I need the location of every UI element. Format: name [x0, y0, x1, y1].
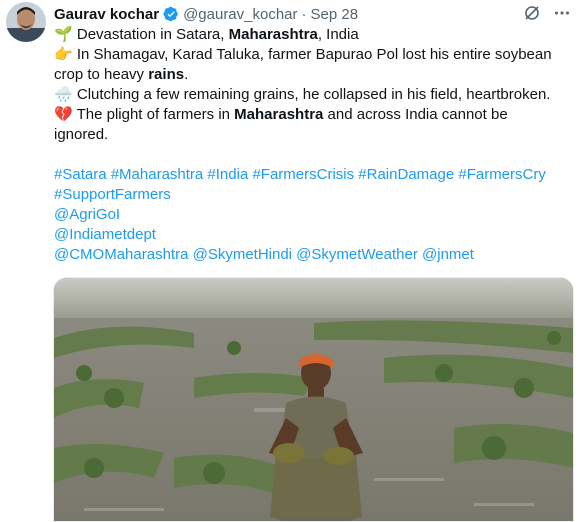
tweet-line-1: 🌱 Devastation in Satara, Maharashtra, In… [54, 25, 574, 45]
bold-text: rains [148, 66, 185, 83]
verified-badge-icon [163, 6, 179, 22]
author-name[interactable]: Gaurav kochar [54, 6, 159, 23]
broken-heart-emoji-icon: 💔 [54, 106, 73, 123]
mentions-line[interactable]: @CMOMaharashtra @SkymetHindi @SkymetWeat… [54, 245, 574, 265]
mention-indiametdept[interactable]: @Indiametdept [54, 225, 574, 245]
bold-text: Maharashtra [228, 26, 318, 43]
author-handle[interactable]: @gaurav_kochar [183, 6, 297, 23]
tweet-line-6: ignored. [54, 125, 574, 145]
tweet-line-5: 💔 The plight of farmers in Maharashtra a… [54, 105, 574, 125]
bold-text: Maharashtra [234, 106, 324, 123]
text-span: ignored. [54, 126, 109, 143]
tweet-text: 🌱 Devastation in Satara, Maharashtra, In… [54, 25, 574, 265]
rain-cloud-emoji-icon: 🌧️ [54, 86, 73, 103]
hashtags-line-2[interactable]: #SupportFarmers [54, 185, 574, 205]
text-span: Clutching a few remaining grains, he col… [76, 86, 551, 103]
mention-agrigoi[interactable]: @AgriGoI [54, 205, 574, 225]
grok-icon[interactable] [522, 3, 542, 23]
hashtags-line-1[interactable]: #Satara #Maharashtra #India #FarmersCris… [54, 165, 574, 185]
tweet-header: Gaurav kochar @gaurav_kochar · Sep 28 [54, 3, 572, 25]
avatar-image [6, 2, 46, 42]
text-span: crop to heavy [54, 66, 149, 83]
seedling-emoji-icon: 🌱 [54, 26, 73, 43]
flooded-field-image [54, 278, 573, 521]
text-span: Devastation in Satara, [76, 26, 229, 43]
pointing-hand-emoji-icon: 👉 [54, 46, 73, 63]
tweet-date[interactable]: Sep 28 [311, 6, 359, 23]
tweet-line-2: 👉 In Shamagav, Karad Taluka, farmer Bapu… [54, 45, 574, 65]
text-span: The plight of farmers in [76, 106, 235, 123]
text-span: In Shamagav, Karad Taluka, farmer Bapura… [76, 46, 552, 63]
header-actions [522, 3, 572, 23]
author-avatar[interactable] [6, 2, 46, 42]
tweet-media-video[interactable] [53, 277, 574, 522]
separator-dot: · [301, 5, 307, 23]
tweet-line-3: crop to heavy rains. [54, 65, 574, 85]
text-span: . [184, 66, 189, 83]
text-span: and across India cannot be [323, 106, 508, 123]
tweet-line-4: 🌧️ Clutching a few remaining grains, he … [54, 85, 574, 105]
more-options-icon[interactable] [552, 3, 572, 23]
text-span: , India [317, 26, 359, 43]
